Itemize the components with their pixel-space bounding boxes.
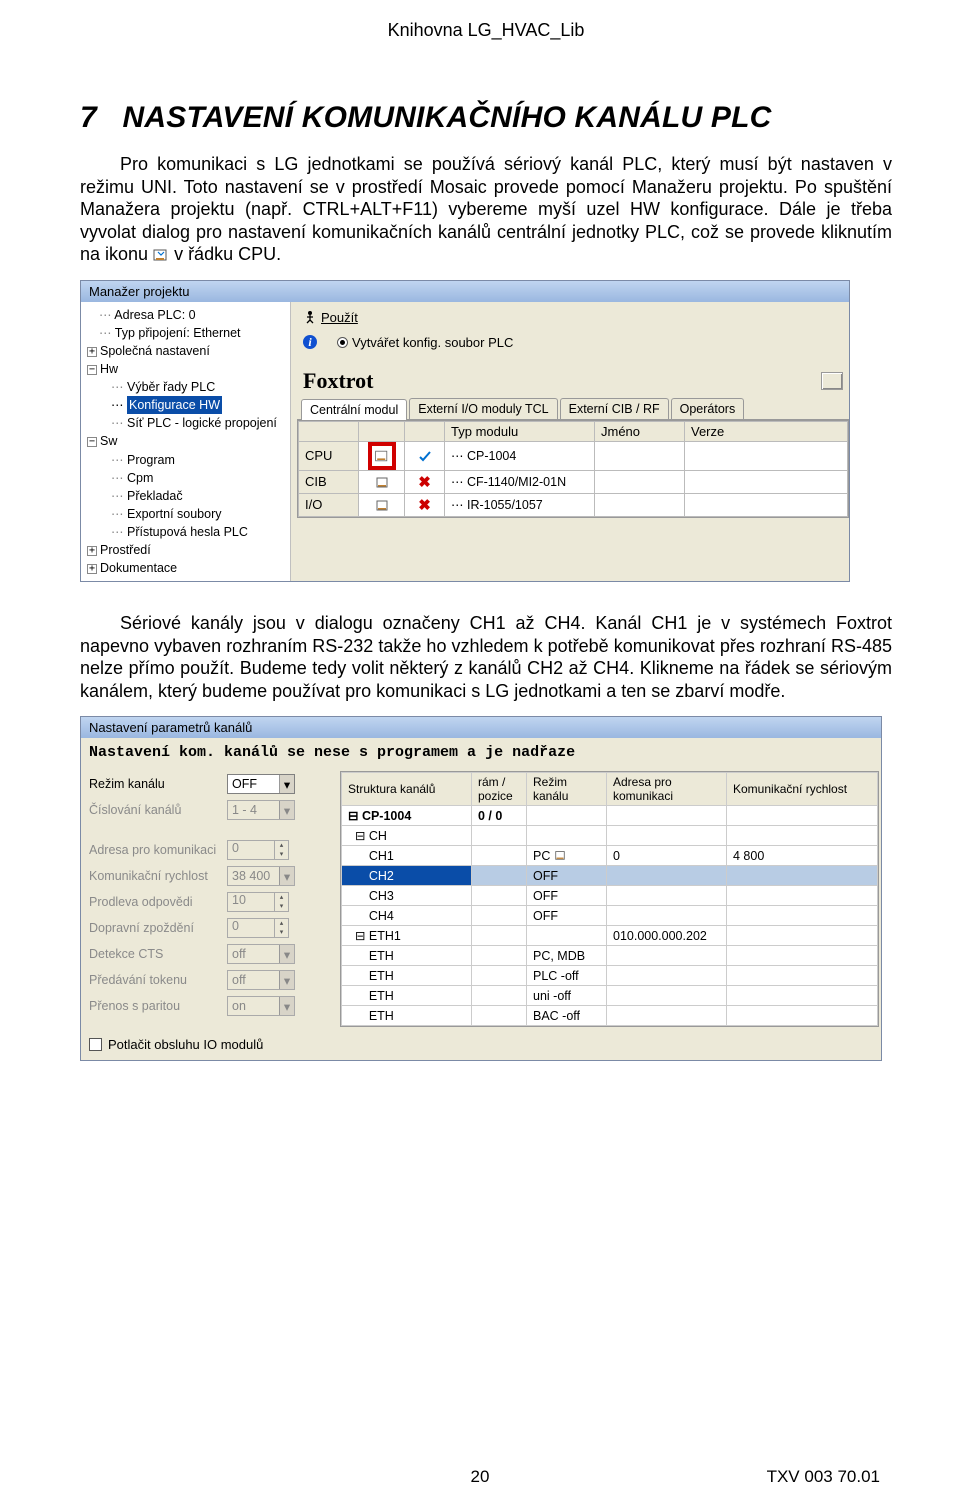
chtbl-h-pos: rám / pozice	[472, 773, 527, 806]
checkbox-icon	[89, 1038, 102, 1051]
check-icon	[418, 449, 432, 463]
tree-hw-select[interactable]: Výběr řady PLC	[85, 378, 286, 396]
tree-doc[interactable]: +Dokumentace	[85, 559, 286, 577]
numbering-combo: 1 - 4▾	[227, 800, 295, 820]
module-table: Typ modulu Jméno Verze CPU ⋯ CP-1004	[297, 420, 849, 518]
use-label: Použít	[321, 310, 358, 325]
config-icon	[375, 475, 389, 489]
figure-project-manager: Manažer projektu Adresa PLC: 0 Typ připo…	[80, 280, 892, 583]
chtbl-h-speed: Komunikační rychlost	[727, 773, 878, 806]
channel-row[interactable]: CH2OFF	[342, 866, 878, 886]
cts-combo: off▾	[227, 944, 295, 964]
chtbl-h-addr: Adresa pro komunikaci	[607, 773, 727, 806]
chtbl-h-struct: Struktura kanálů	[342, 773, 472, 806]
tree-plc-addr[interactable]: Adresa PLC: 0	[85, 306, 286, 324]
tree-common[interactable]: +Společná nastavení	[85, 342, 286, 360]
field-transport: Dopravní zpoždění 0▴▾	[85, 915, 340, 941]
foxtrot-title: Foxtrot	[303, 368, 373, 394]
section-title-text: NASTAVENÍ KOMUNIKAČNÍHO KANÁLU PLC	[123, 101, 772, 134]
tree-sw-export[interactable]: Exportní soubory	[85, 505, 286, 523]
x-icon: ✖	[418, 497, 431, 514]
config-icon	[375, 498, 389, 512]
field-speed: Komunikační rychlost 38 400▾	[85, 863, 340, 889]
parity-combo: on▾	[227, 996, 295, 1016]
field-numbering: Číslování kanálů 1 - 4▾	[85, 797, 340, 823]
addr-spinner: 0▴▾	[227, 840, 289, 860]
info-icon: i	[303, 335, 317, 349]
tree-sw-program[interactable]: Program	[85, 451, 286, 469]
ch-banner-text: Nastavení kom. kanálů se nese s programe…	[81, 738, 881, 767]
channel-row[interactable]: ⊟ ETH1010.000.000.202	[342, 926, 878, 946]
config-icon	[153, 248, 169, 262]
modtable-header-name: Jméno	[595, 421, 685, 441]
page-number: 20	[471, 1467, 490, 1487]
pm-window-title: Manažer projektu	[81, 281, 849, 302]
tree-hw[interactable]: −Hw	[85, 360, 286, 378]
page-footer: 20 TXV 003 70.01	[0, 1467, 960, 1487]
highlight-square-icon	[368, 442, 396, 470]
tree-hw-config[interactable]: ⋯ Konfigurace HW	[85, 396, 286, 414]
field-cts: Detekce CTS off▾	[85, 941, 340, 967]
channel-row[interactable]: ⊟ CP-10040 / 0	[342, 806, 878, 826]
modtable-row-cib[interactable]: CIB ✖ ⋯ CF-1140/MI2-01N	[299, 470, 848, 493]
module-tabs: Centrální modul Externí I/O moduly TCL E…	[297, 398, 849, 420]
paragraph-1: Pro komunikaci s LG jednotkami se použív…	[80, 153, 892, 266]
field-addr: Adresa pro komunikaci 0▴▾	[85, 837, 340, 863]
paragraph-2: Sériové kanály jsou v dialogu označeny C…	[80, 612, 892, 702]
channel-row[interactable]: ⊟ CH	[342, 826, 878, 846]
tab-ext-io[interactable]: Externí I/O moduly TCL	[409, 398, 557, 419]
mode-combo[interactable]: OFF▾	[227, 774, 295, 794]
channel-row[interactable]: CH3OFF	[342, 886, 878, 906]
modtable-row-cpu[interactable]: CPU ⋯ CP-1004	[299, 441, 848, 470]
modtable-header-type: Typ modulu	[445, 421, 595, 441]
paragraph-1-tail: v řádku CPU.	[169, 244, 281, 264]
use-button[interactable]: Použít	[303, 310, 358, 325]
channel-row[interactable]: CH4OFF	[342, 906, 878, 926]
tree-env[interactable]: +Prostředí	[85, 541, 286, 559]
channel-row[interactable]: ETHuni -off	[342, 986, 878, 1006]
transport-spinner: 0▴▾	[227, 918, 289, 938]
suppress-io-checkbox[interactable]: Potlačit obsluhu IO modulů	[81, 1027, 881, 1060]
create-config-radio[interactable]: Vytvářet konfig. soubor PLC	[331, 335, 513, 350]
modtable-header-blank	[299, 421, 359, 441]
modtable-header-version: Verze	[685, 421, 848, 441]
tree-sw-cpm[interactable]: Cpm	[85, 469, 286, 487]
tree-sw-compiler[interactable]: Překladač	[85, 487, 286, 505]
speed-combo: 38 400▾	[227, 866, 295, 886]
ch-left-form: Režim kanálu OFF▾ Číslování kanálů 1 - 4…	[85, 771, 340, 1027]
field-delay: Prodleva odpovědi 10▴▾	[85, 889, 340, 915]
chtbl-h-mode: Režim kanálu	[527, 773, 607, 806]
channel-table: Struktura kanálů rám / pozice Režim kaná…	[340, 771, 879, 1027]
tree-conn-type[interactable]: Typ připojení: Ethernet	[85, 324, 286, 342]
chevron-down-icon: ▾	[279, 775, 294, 793]
doc-id: TXV 003 70.01	[767, 1467, 880, 1487]
channel-row[interactable]: ETHPC, MDB	[342, 946, 878, 966]
tab-central-module[interactable]: Centrální modul	[301, 399, 407, 420]
field-token: Předávání tokenu off▾	[85, 967, 340, 993]
tree-sw[interactable]: −Sw	[85, 432, 286, 450]
ch-window-title: Nastavení parametrů kanálů	[81, 717, 881, 738]
channel-row[interactable]: ETHPLC -off	[342, 966, 878, 986]
tab-operators[interactable]: Operátors	[671, 398, 745, 419]
page-header: Knihovna LG_HVAC_Lib	[80, 20, 892, 41]
field-parity: Přenos s paritou on▾	[85, 993, 340, 1019]
tree-sw-passwords[interactable]: Přístupová hesla PLC	[85, 523, 286, 541]
section-number: 7	[80, 101, 97, 134]
token-combo: off▾	[227, 970, 295, 990]
foxtrot-toolbar-button[interactable]	[821, 372, 843, 390]
delay-spinner: 10▴▾	[227, 892, 289, 912]
channel-row[interactable]: ETHBAC -off	[342, 1006, 878, 1026]
tree-hw-net[interactable]: Síť PLC - logické propojení	[85, 414, 286, 432]
figure-channel-params: Nastavení parametrů kanálů Nastavení kom…	[80, 716, 892, 1061]
channel-row[interactable]: CH1PC 04 800	[342, 846, 878, 866]
section-heading: 7 NASTAVENÍ KOMUNIKAČNÍHO KANÁLU PLC	[80, 101, 892, 135]
field-mode: Režim kanálu OFF▾	[85, 771, 340, 797]
tab-ext-cib[interactable]: Externí CIB / RF	[560, 398, 669, 419]
x-icon: ✖	[418, 474, 431, 491]
person-icon	[303, 310, 317, 324]
modtable-row-io[interactable]: I/O ✖ ⋯ IR-1055/1057	[299, 493, 848, 516]
pm-tree[interactable]: Adresa PLC: 0 Typ připojení: Ethernet +S…	[81, 302, 291, 582]
